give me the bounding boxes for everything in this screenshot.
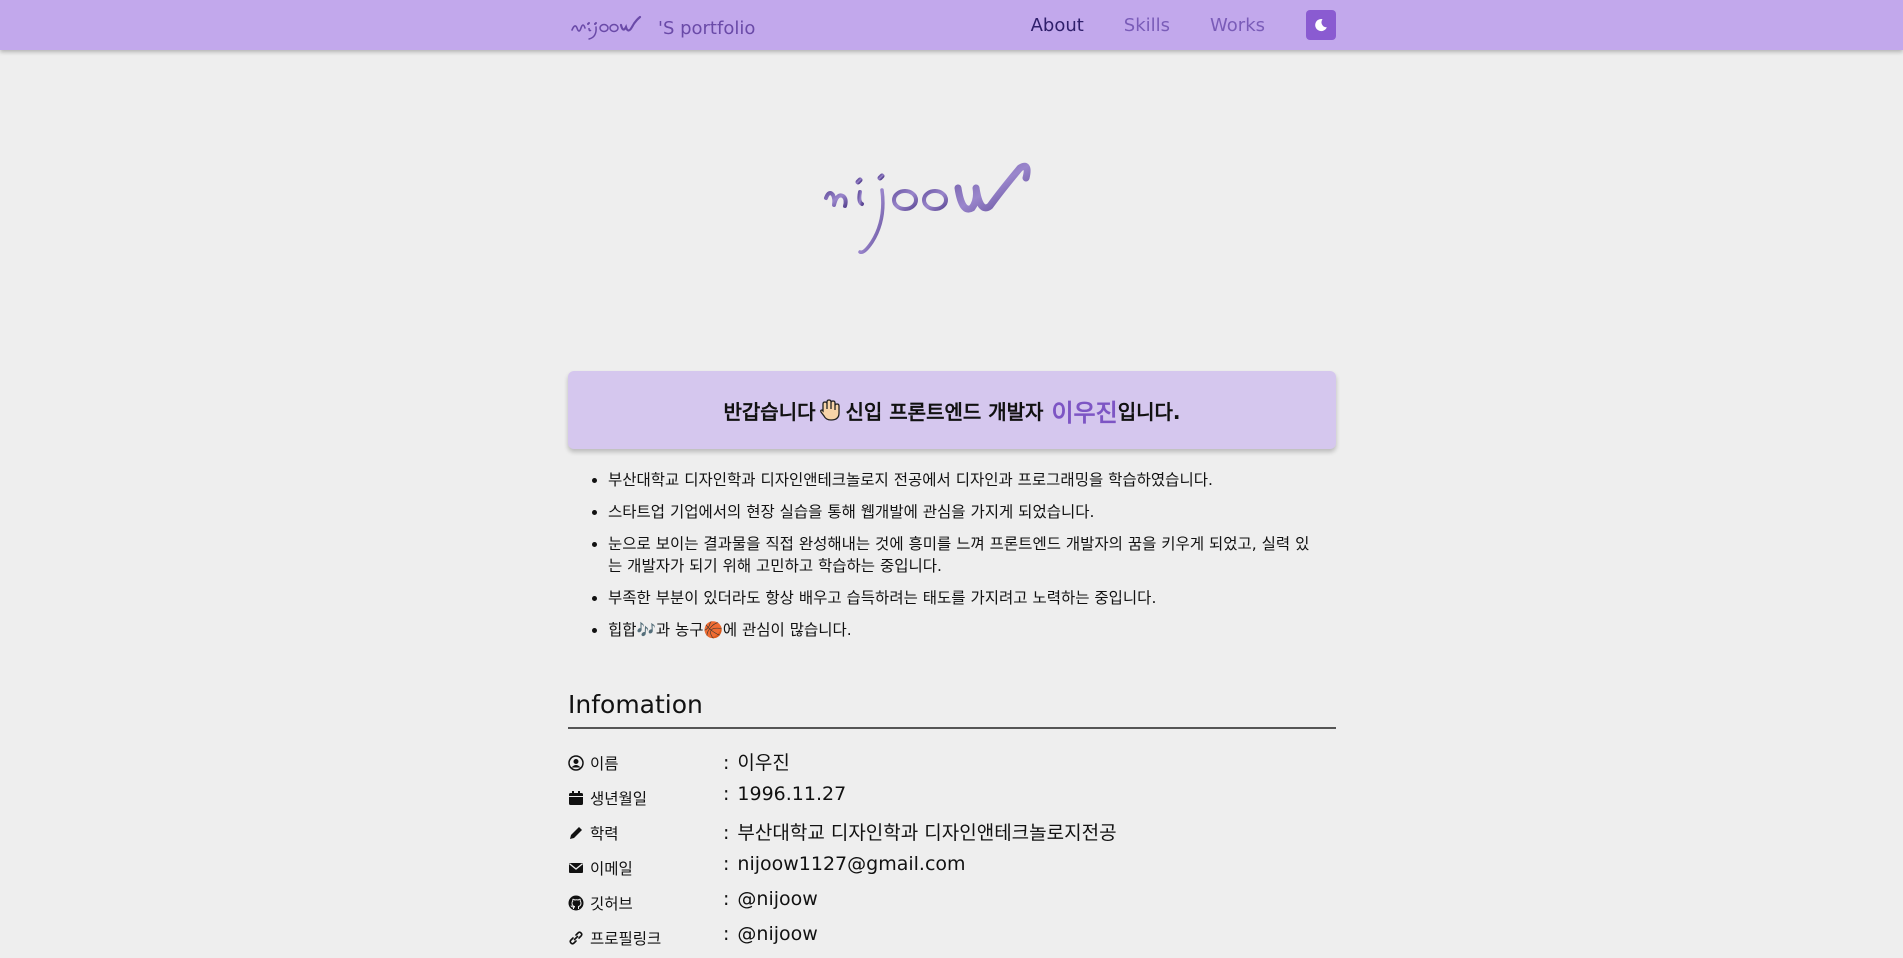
link-icon — [569, 931, 583, 945]
info-value-text: nijoow1127@gmail.com — [737, 853, 966, 875]
info-value-text: 이우진 — [737, 752, 790, 774]
pencil-icon — [570, 827, 582, 839]
info-label-text: 학력 — [590, 825, 619, 843]
nijoow-logo — [571, 15, 642, 40]
profile-link[interactable]: @nijoow — [737, 923, 817, 945]
info-label-text: 깃허브 — [590, 895, 633, 913]
intro-name: 이우진 — [1051, 398, 1118, 427]
info-value-text: 1996.11.27 — [737, 783, 847, 805]
nijoow-hero-logo — [824, 162, 1031, 255]
nav-about[interactable]: About — [1031, 15, 1084, 36]
list-item: 힙합🎶과 농구🏀에 관심이 많습니다. — [608, 619, 1336, 641]
nav-skills[interactable]: Skills — [1124, 15, 1170, 36]
greeting-role: 신입 프론트엔드 개발자 — [845, 399, 1044, 424]
info-row-education: 학력 : 부산대학교 디자인학과 디자인앤테크놀로지전공 — [568, 818, 1336, 853]
greeting-suffix: 입니다. — [1117, 399, 1181, 424]
info-row-github: 깃허브 : @nijoow — [568, 888, 1336, 923]
info-label-text: 이름 — [590, 755, 619, 773]
envelope-icon — [569, 863, 583, 873]
list-item: 부족한 부분이 있더라도 항상 배우고 습득하려는 태도를 가지려고 노력하는 … — [608, 587, 1336, 609]
info-label-text: 이메일 — [590, 860, 633, 878]
github-icon — [568, 895, 584, 911]
info-row-name: 이름 : 이우진 — [568, 748, 1336, 783]
info-list: 이름 : 이우진 생년월일 :1996.11.27 학력 : 부산대학교 디자인학과… — [568, 748, 1336, 958]
list-item: 스타트업 기업에서의 현장 실습을 통해 웹개발에 관심을 가지게 되었습니다. — [608, 501, 1336, 523]
top-navbar: 'S portfolio About Skills Works — [0, 0, 1903, 50]
list-item: 눈으로 보이는 결과물을 직접 완성해내는 것에 흥미를 느껴 프론트엔드 개발… — [608, 533, 1336, 577]
calendar-icon — [569, 791, 583, 805]
intro-banner: 반갑습니다 신입 프론트엔드 개발자 이우진 입니다. — [568, 371, 1336, 449]
theme-toggle-button[interactable] — [1306, 10, 1336, 40]
info-label-text: 생년월일 — [590, 790, 648, 808]
info-row-profile-link: 프로필링크 : @nijoow — [568, 923, 1336, 958]
navbar-inner: 'S portfolio About Skills Works — [568, 0, 1336, 50]
brand-home-link[interactable]: 'S portfolio — [568, 8, 755, 42]
intro-bullets: 부산대학교 디자인학과 디자인앤테크놀로지 전공에서 디자인과 프로그래밍을 학… — [568, 469, 1336, 651]
moon-icon — [1315, 19, 1327, 32]
user-circle-icon — [568, 755, 584, 771]
waving-hand-icon — [819, 399, 840, 421]
info-section-title: Infomation — [568, 690, 1336, 729]
brand-text: 'S portfolio — [658, 17, 756, 39]
list-item: 부산대학교 디자인학과 디자인앤테크놀로지 전공에서 디자인과 프로그래밍을 학… — [608, 469, 1336, 491]
nav-works[interactable]: Works — [1210, 15, 1265, 36]
main-nav: About Skills Works — [1031, 0, 1336, 50]
info-row-birth: 생년월일 :1996.11.27 — [568, 783, 1336, 818]
greeting-text: 반갑습니다 — [723, 399, 816, 424]
github-link[interactable]: @nijoow — [737, 888, 817, 910]
info-value-text: 부산대학교 디자인학과 디자인앤테크놀로지전공 — [737, 822, 1117, 844]
info-label-text: 프로필링크 — [590, 930, 662, 948]
info-row-email: 이메일 : nijoow1127@gmail.com — [568, 853, 1336, 888]
